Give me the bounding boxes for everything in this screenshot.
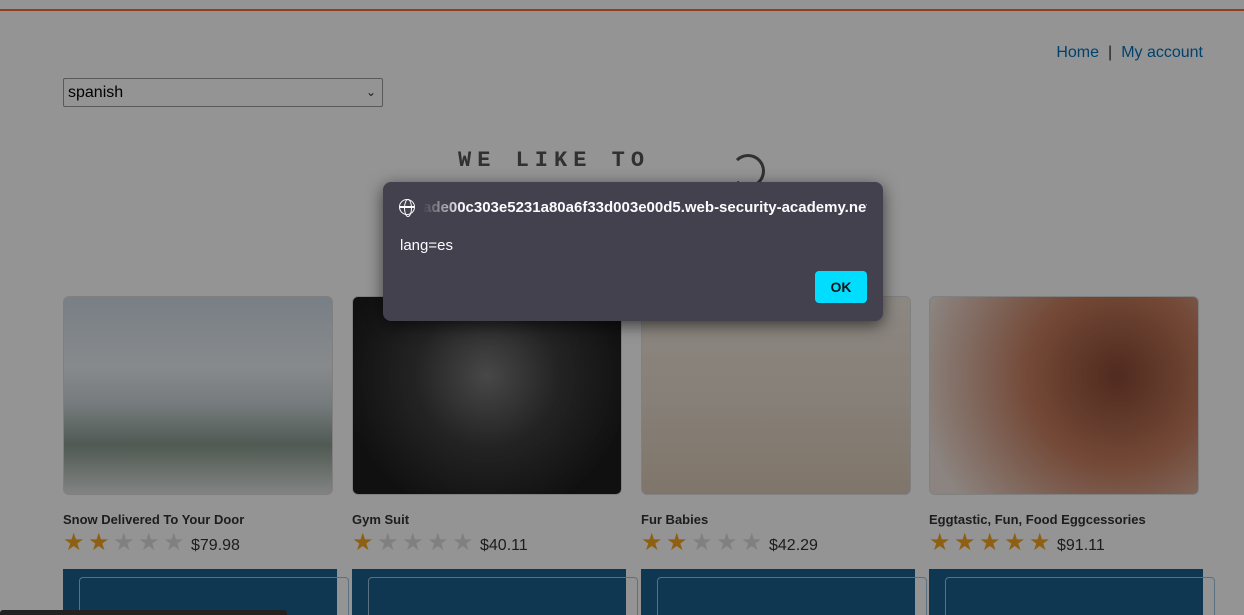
ok-button[interactable]: OK: [815, 271, 867, 303]
origin-fade: [423, 196, 463, 220]
dialog-message: lang=es: [400, 237, 453, 254]
alert-dialog: ade00c303e5231a80a6f33d003e00d5.web-secu…: [383, 182, 883, 321]
globe-icon: [399, 198, 415, 217]
dialog-origin: ade00c303e5231a80a6f33d003e00d5.web-secu…: [423, 199, 867, 216]
bottom-status-strip: [0, 610, 287, 615]
